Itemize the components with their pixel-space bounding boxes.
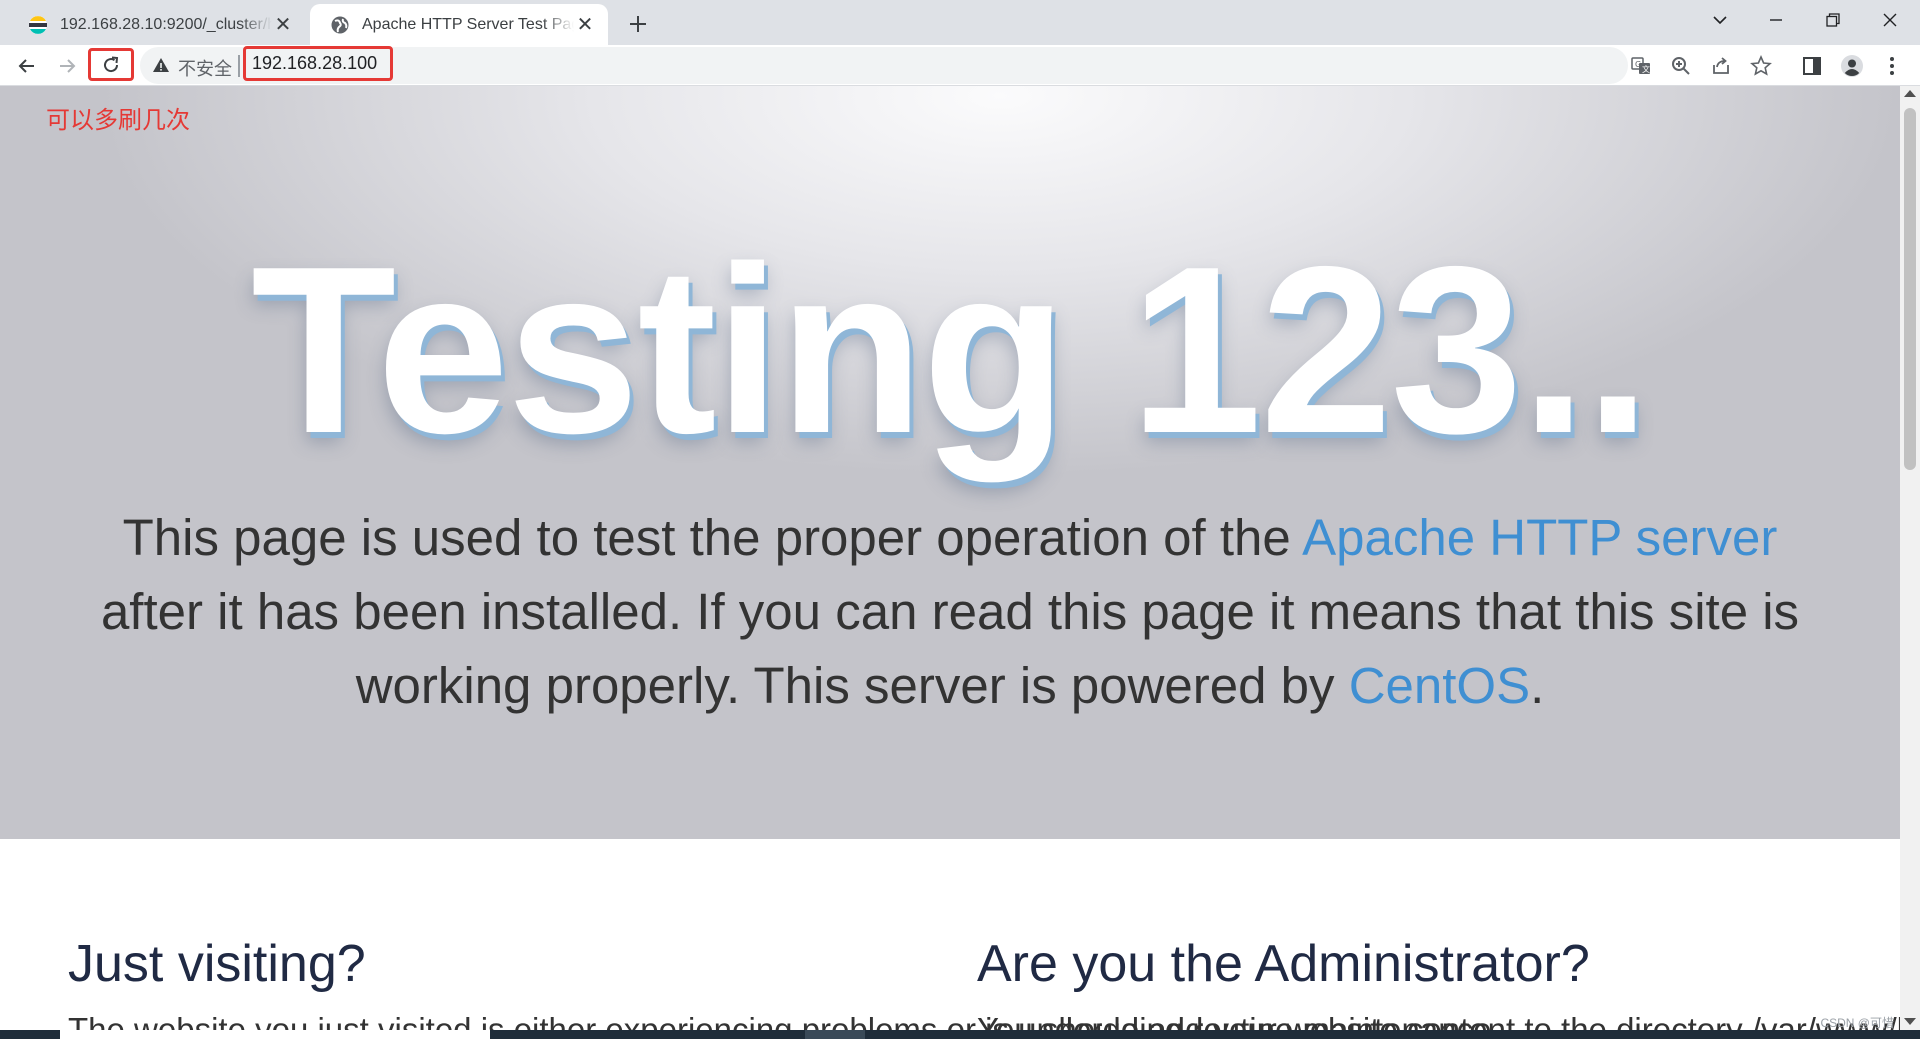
address-bar[interactable]: 不安全 192.168.28.100 G文	[140, 46, 1772, 84]
side-panel-icon[interactable]	[1800, 54, 1824, 78]
url-text[interactable]: 192.168.28.100	[243, 46, 393, 81]
tab-title: 192.168.28.10:9200/_cluster/health	[60, 15, 272, 33]
taskbar-search-box[interactable]	[60, 1030, 490, 1039]
minimize-button[interactable]	[1748, 0, 1804, 40]
chevron-down-icon	[1713, 16, 1727, 25]
admin-text: You should add your website content to t…	[977, 1011, 1900, 1030]
hero-description: This page is used to test the proper ope…	[80, 501, 1820, 723]
hero-title: Testing 123..	[250, 218, 1651, 483]
back-button[interactable]	[10, 49, 44, 83]
translate-icon[interactable]: G文	[1630, 55, 1652, 77]
svg-text:G: G	[1635, 60, 1641, 69]
warning-icon[interactable]	[152, 56, 170, 74]
scroll-up-arrow-icon[interactable]	[1904, 90, 1916, 97]
forward-button[interactable]	[50, 49, 84, 83]
apache-link[interactable]: Apache HTTP server	[1302, 509, 1777, 566]
vertical-scrollbar[interactable]	[1900, 86, 1920, 1030]
new-tab-button[interactable]	[622, 8, 654, 40]
taskbar-app[interactable]	[805, 1030, 865, 1039]
tab-search-button[interactable]	[1692, 0, 1748, 40]
bookmark-star-icon[interactable]	[1750, 55, 1772, 77]
annotation-note: 可以多刷几次	[46, 106, 190, 134]
close-icon[interactable]: ✕	[574, 14, 596, 36]
scrollbar-thumb[interactable]	[1904, 108, 1916, 470]
more-menu-icon[interactable]	[1880, 54, 1904, 78]
profile-avatar-icon[interactable]	[1840, 54, 1864, 78]
hero-text-part: This page is used to test the proper ope…	[122, 509, 1303, 566]
share-icon[interactable]	[1710, 55, 1732, 77]
plus-icon	[630, 16, 646, 32]
minimize-icon	[1770, 19, 1782, 21]
page-viewport: 可以多刷几次 Testing 123.. This page is used t…	[0, 86, 1900, 1030]
centos-link[interactable]: CentOS	[1349, 657, 1530, 714]
arrow-left-icon	[18, 59, 34, 73]
zoom-icon[interactable]	[1670, 55, 1692, 77]
restore-icon	[1826, 13, 1840, 27]
globe-icon	[331, 16, 349, 33]
watermark: CSDN @可惜	[1820, 1016, 1894, 1030]
tab-cluster-health[interactable]: 192.168.28.10:9200/_cluster/health ✕	[8, 4, 306, 45]
divider	[238, 55, 240, 77]
os-taskbar	[0, 1030, 1920, 1039]
tab-title: Apache HTTP Server Test Page	[362, 15, 574, 33]
scroll-down-arrow-icon[interactable]	[1904, 1018, 1916, 1025]
tab-strip: 192.168.28.10:9200/_cluster/health ✕ Apa…	[0, 0, 1920, 45]
visitor-heading: Just visiting?	[68, 935, 366, 993]
close-icon	[1883, 13, 1897, 27]
svg-text:文: 文	[1642, 64, 1650, 74]
elastic-favicon	[29, 15, 47, 34]
hero-text-part: .	[1530, 657, 1545, 714]
close-icon[interactable]: ✕	[272, 14, 294, 36]
hero-text-part: after it has been installed. If you can …	[100, 583, 1800, 714]
arrow-right-icon	[60, 59, 76, 73]
security-label[interactable]: 不安全	[178, 55, 232, 81]
restore-button[interactable]	[1805, 0, 1861, 40]
browser-toolbar: 不安全 192.168.28.100 G文	[0, 45, 1920, 86]
reload-icon	[104, 56, 119, 72]
tab-apache-test-page[interactable]: Apache HTTP Server Test Page ✕	[310, 4, 608, 45]
close-window-button[interactable]	[1862, 0, 1918, 40]
admin-heading: Are you the Administrator?	[977, 935, 1590, 993]
hero-banner: 可以多刷几次 Testing 123.. This page is used t…	[0, 86, 1900, 839]
reload-button[interactable]	[88, 48, 134, 81]
